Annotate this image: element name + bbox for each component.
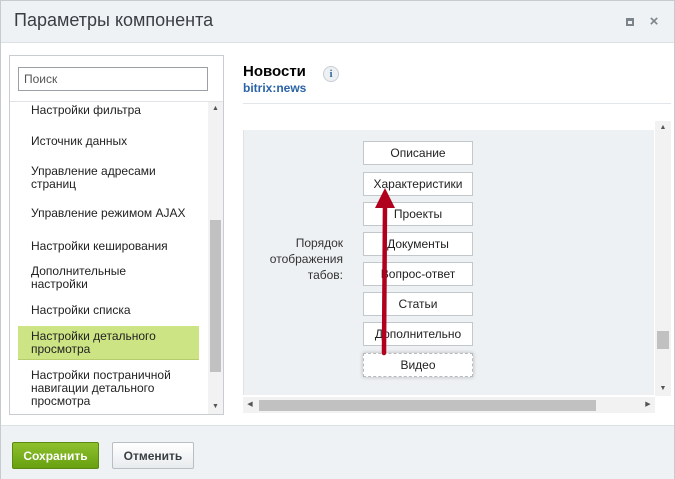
tab-order-item[interactable]: Дополнительно [363,322,473,346]
tab-order-item[interactable]: Характеристики [363,172,473,196]
scroll-up-icon[interactable]: ▲ [655,121,671,135]
scroll-down-icon[interactable]: ▼ [655,382,671,396]
scroll-thumb[interactable] [259,400,596,411]
dialog-title: Параметры компонента [14,10,214,30]
cancel-button[interactable]: Отменить [112,442,194,469]
component-code: bitrix:news [243,81,307,95]
scroll-thumb[interactable] [657,331,669,349]
component-name: Новости [243,63,306,80]
sidebar-item-data-source[interactable]: Источник данных [18,128,199,154]
save-button[interactable]: Сохранить [12,442,99,469]
tab-order-item[interactable]: Описание [363,141,473,165]
tab-order-item[interactable]: Статьи [363,292,473,316]
sidebar-item-list-settings[interactable]: Настройки списка [18,297,199,323]
tab-order-item[interactable]: Вопрос-ответ [363,262,473,286]
scroll-up-icon[interactable]: ▲ [208,102,223,116]
header-separator [243,103,671,104]
dialog-titlebar: Параметры компонента × [1,1,674,43]
tabs-order-label: Порядок отображения табов: [269,236,343,282]
tab-order-item[interactable]: Документы [363,232,473,256]
settings-vertical-scrollbar[interactable]: ▲ ▼ [655,121,671,396]
maximize-icon[interactable] [623,15,637,29]
tab-order-item[interactable]: Проекты [363,202,473,226]
scroll-down-icon[interactable]: ▼ [208,400,223,414]
close-icon[interactable]: × [647,14,661,29]
sidebar-item-ajax-mode[interactable]: Управление режимом AJAX [18,200,199,226]
sections-list: Настройки фильтра Источник данных Управл… [10,102,208,414]
settings-horizontal-scrollbar[interactable]: ◀ ▶ [243,397,655,413]
info-icon[interactable]: i [323,66,339,82]
sections-panel: Настройки фильтра Источник данных Управл… [9,55,224,415]
scroll-left-icon[interactable]: ◀ [243,397,257,413]
left-scrollbar[interactable]: ▲ ▼ [208,102,223,414]
scroll-thumb[interactable] [210,220,221,372]
sidebar-item-detail-view-settings[interactable]: Настройки детального просмотра [18,326,199,360]
component-settings-dialog: Параметры компонента × Настройки фильтра… [0,0,675,479]
dialog-footer: Сохранить Отменить [1,425,674,479]
sidebar-item-detail-pagination[interactable]: Настройки постраничной навигации детальн… [18,366,199,410]
scroll-right-icon[interactable]: ▶ [641,397,655,413]
tab-order-item-dragging[interactable]: Видео [363,353,473,377]
search-input[interactable] [18,67,208,91]
sidebar-item-additional-settings[interactable]: Дополнительные настройки [18,265,199,291]
sidebar-item-cache-settings[interactable]: Настройки кеширования [18,233,199,259]
sidebar-item-filter-settings[interactable]: Настройки фильтра [18,102,199,123]
sidebar-item-url-management[interactable]: Управление адресами страниц [18,160,199,196]
